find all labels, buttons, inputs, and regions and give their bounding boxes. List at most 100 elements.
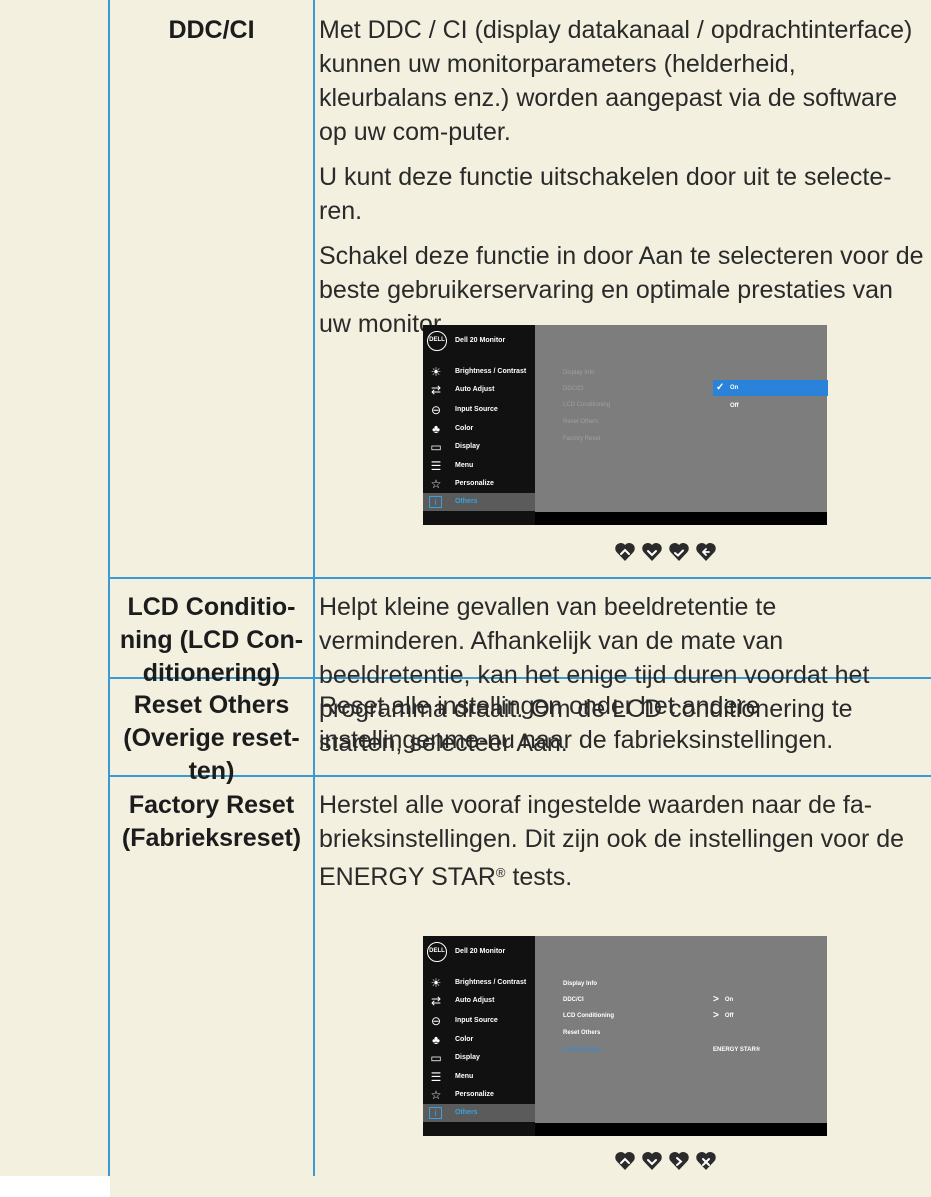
dell-logo: DELL <box>427 331 447 351</box>
osd-menu-color: ♣ Color <box>423 1031 535 1049</box>
paragraph: Herstel alle vooraf ingestelde waarden n… <box>319 788 925 894</box>
chevron-right-icon: > <box>713 994 719 1005</box>
document-page: DDC/CI Met DDC / CI (display datakanaal … <box>0 0 931 1197</box>
label-factory-reset: Factory Reset (Fabrieksreset) <box>121 791 302 852</box>
osd-menu-auto-adjust: ⇄ Auto Adjust <box>423 381 535 399</box>
osd-menu-label: Brightness / Contrast <box>455 368 527 375</box>
paragraph-text-tail: tests. <box>505 863 573 891</box>
osd-menu-others: i Others <box>423 1104 535 1122</box>
osd-menu-brightness: ☀ Brightness / Contrast <box>423 974 535 992</box>
osd-sub-factory-reset: Factory Reset <box>563 1047 601 1053</box>
down-icon <box>642 542 662 561</box>
desc-ddcci: Met DDC / CI (display datakanaal / opdra… <box>319 13 925 352</box>
desc-reset-others: Reset alle instellingen onder het andere… <box>319 689 925 768</box>
osd-value-lcd: > Off <box>713 1010 734 1021</box>
color-icon: ♣ <box>432 1033 440 1047</box>
osd-menu-display: ▭ Display <box>423 438 535 456</box>
back-icon <box>696 542 716 561</box>
confirm-icon <box>669 542 689 561</box>
osd-screenshot-ddcci: DELL Dell 20 Monitor ☀ Brightness / Contr… <box>423 325 828 525</box>
osd-screenshot-factory-reset: DELL Dell 20 Monitor ☀ Brightness / Contr… <box>423 936 827 1136</box>
osd-sub-reset-others: Reset Others <box>563 1030 601 1036</box>
osd-menu-brightness: ☀ Brightness / Contrast <box>423 363 535 381</box>
exit-icon <box>696 1151 716 1170</box>
osd-value-text: On <box>724 997 734 1003</box>
paragraph: Reset alle instellingen onder het andere… <box>319 692 834 754</box>
auto-adjust-icon: ⇄ <box>430 383 442 397</box>
osd-sub-display-info: Display Info <box>563 981 598 987</box>
input-source-icon: ⊖ <box>430 1014 442 1028</box>
others-icon: i <box>429 496 442 508</box>
input-source-icon: ⊖ <box>430 403 442 417</box>
label-reset-others: Reset Others (Overige reset-ten) <box>123 691 300 785</box>
table-left-column <box>0 0 110 1176</box>
osd-menu-label: Others <box>455 1109 478 1116</box>
osd-option-on: ✓ On <box>713 380 828 396</box>
osd-menu-label: Menu <box>455 1073 474 1080</box>
osd-value-energy-star: ENERGY STAR® <box>713 1047 761 1053</box>
osd-option-label: On <box>730 385 739 391</box>
registered-mark: ® <box>495 865 506 880</box>
down-icon <box>642 1151 662 1170</box>
menu-icon: ☰ <box>430 1070 442 1084</box>
osd-menu-label: Color <box>455 1036 474 1043</box>
color-icon: ♣ <box>432 422 440 436</box>
osd-menu-auto-adjust: ⇄ Auto Adjust <box>423 992 535 1010</box>
paragraph: Met DDC / CI (display datakanaal / opdra… <box>319 16 913 146</box>
osd-sub-lcd: LCD Conditioning <box>563 1013 614 1019</box>
osd-sub-display-info: Display Info <box>563 370 595 376</box>
label-ddcci: DDC/CI <box>168 16 255 44</box>
star-icon: ☆ <box>430 477 442 491</box>
star-icon: ☆ <box>430 1088 442 1102</box>
menu-icon: ☰ <box>430 459 442 473</box>
osd-menu-input-source: ⊖ Input Source <box>423 401 535 419</box>
osd-sub-lcd: LCD Conditioning <box>563 402 611 408</box>
display-icon: ▭ <box>430 440 442 454</box>
osd-sub-reset-others: Reset Others <box>563 419 599 425</box>
osd-menu-personalize: ☆ Personalize <box>423 1086 535 1104</box>
osd-menu-input-source: ⊖ Input Source <box>423 1012 535 1030</box>
osd-menu-label: Personalize <box>455 480 494 487</box>
osd-menu-label: Input Source <box>455 406 498 413</box>
osd-menu-label: Menu <box>455 462 474 469</box>
osd-menu-menu: ☰ Menu <box>423 1068 535 1086</box>
osd-menu-label: Personalize <box>455 1091 494 1098</box>
osd-model-title: Dell 20 Monitor <box>455 948 506 955</box>
dell-logo: DELL <box>427 942 447 962</box>
osd-menu-label: Auto Adjust <box>455 997 495 1004</box>
others-icon: i <box>429 1107 442 1119</box>
brightness-icon: ☀ <box>430 976 442 990</box>
osd-value-text: Off <box>724 1013 734 1019</box>
auto-adjust-icon: ⇄ <box>430 994 442 1008</box>
column-divider <box>313 0 315 1176</box>
osd-menu-label: Auto Adjust <box>455 386 495 393</box>
next-icon <box>669 1151 689 1170</box>
osd-option-label: Off <box>730 403 739 409</box>
nav-buttons-1 <box>615 542 735 562</box>
label-lcd-conditioning: LCD Conditio-ning (LCD Con-ditionering) <box>119 593 304 687</box>
osd-value-ddcci: > On <box>713 994 733 1005</box>
osd-menu-personalize: ☆ Personalize <box>423 475 535 493</box>
osd-menu-label: Display <box>455 1054 480 1061</box>
osd-menu-menu: ☰ Menu <box>423 457 535 475</box>
osd-sub-ddcci: DDC/CI <box>563 386 584 392</box>
osd-model-title: Dell 20 Monitor <box>455 337 506 344</box>
nav-buttons-2 <box>615 1151 735 1171</box>
osd-sub-factory-reset: Factory Reset <box>563 436 601 442</box>
osd-menu-label: Color <box>455 425 474 432</box>
osd-option-off: Off <box>713 398 828 414</box>
paragraph: U kunt deze functie uitschakelen door ui… <box>319 163 892 225</box>
osd-menu-others: i Others <box>423 493 535 511</box>
osd-menu-display: ▭ Display <box>423 1049 535 1067</box>
check-icon: ✓ <box>716 382 725 393</box>
osd-menu-label: Input Source <box>455 1017 498 1024</box>
up-icon <box>615 542 635 561</box>
desc-factory-reset: Herstel alle vooraf ingestelde waarden n… <box>319 788 925 905</box>
osd-menu-label: Display <box>455 443 480 450</box>
up-icon <box>615 1151 635 1170</box>
paragraph-text: Herstel alle vooraf ingestelde waarden n… <box>319 791 905 891</box>
chevron-right-icon: > <box>713 1010 719 1021</box>
osd-menu-label: Others <box>455 498 478 505</box>
display-icon: ▭ <box>430 1051 442 1065</box>
osd-sub-ddcci: DDC/CI <box>563 997 584 1003</box>
